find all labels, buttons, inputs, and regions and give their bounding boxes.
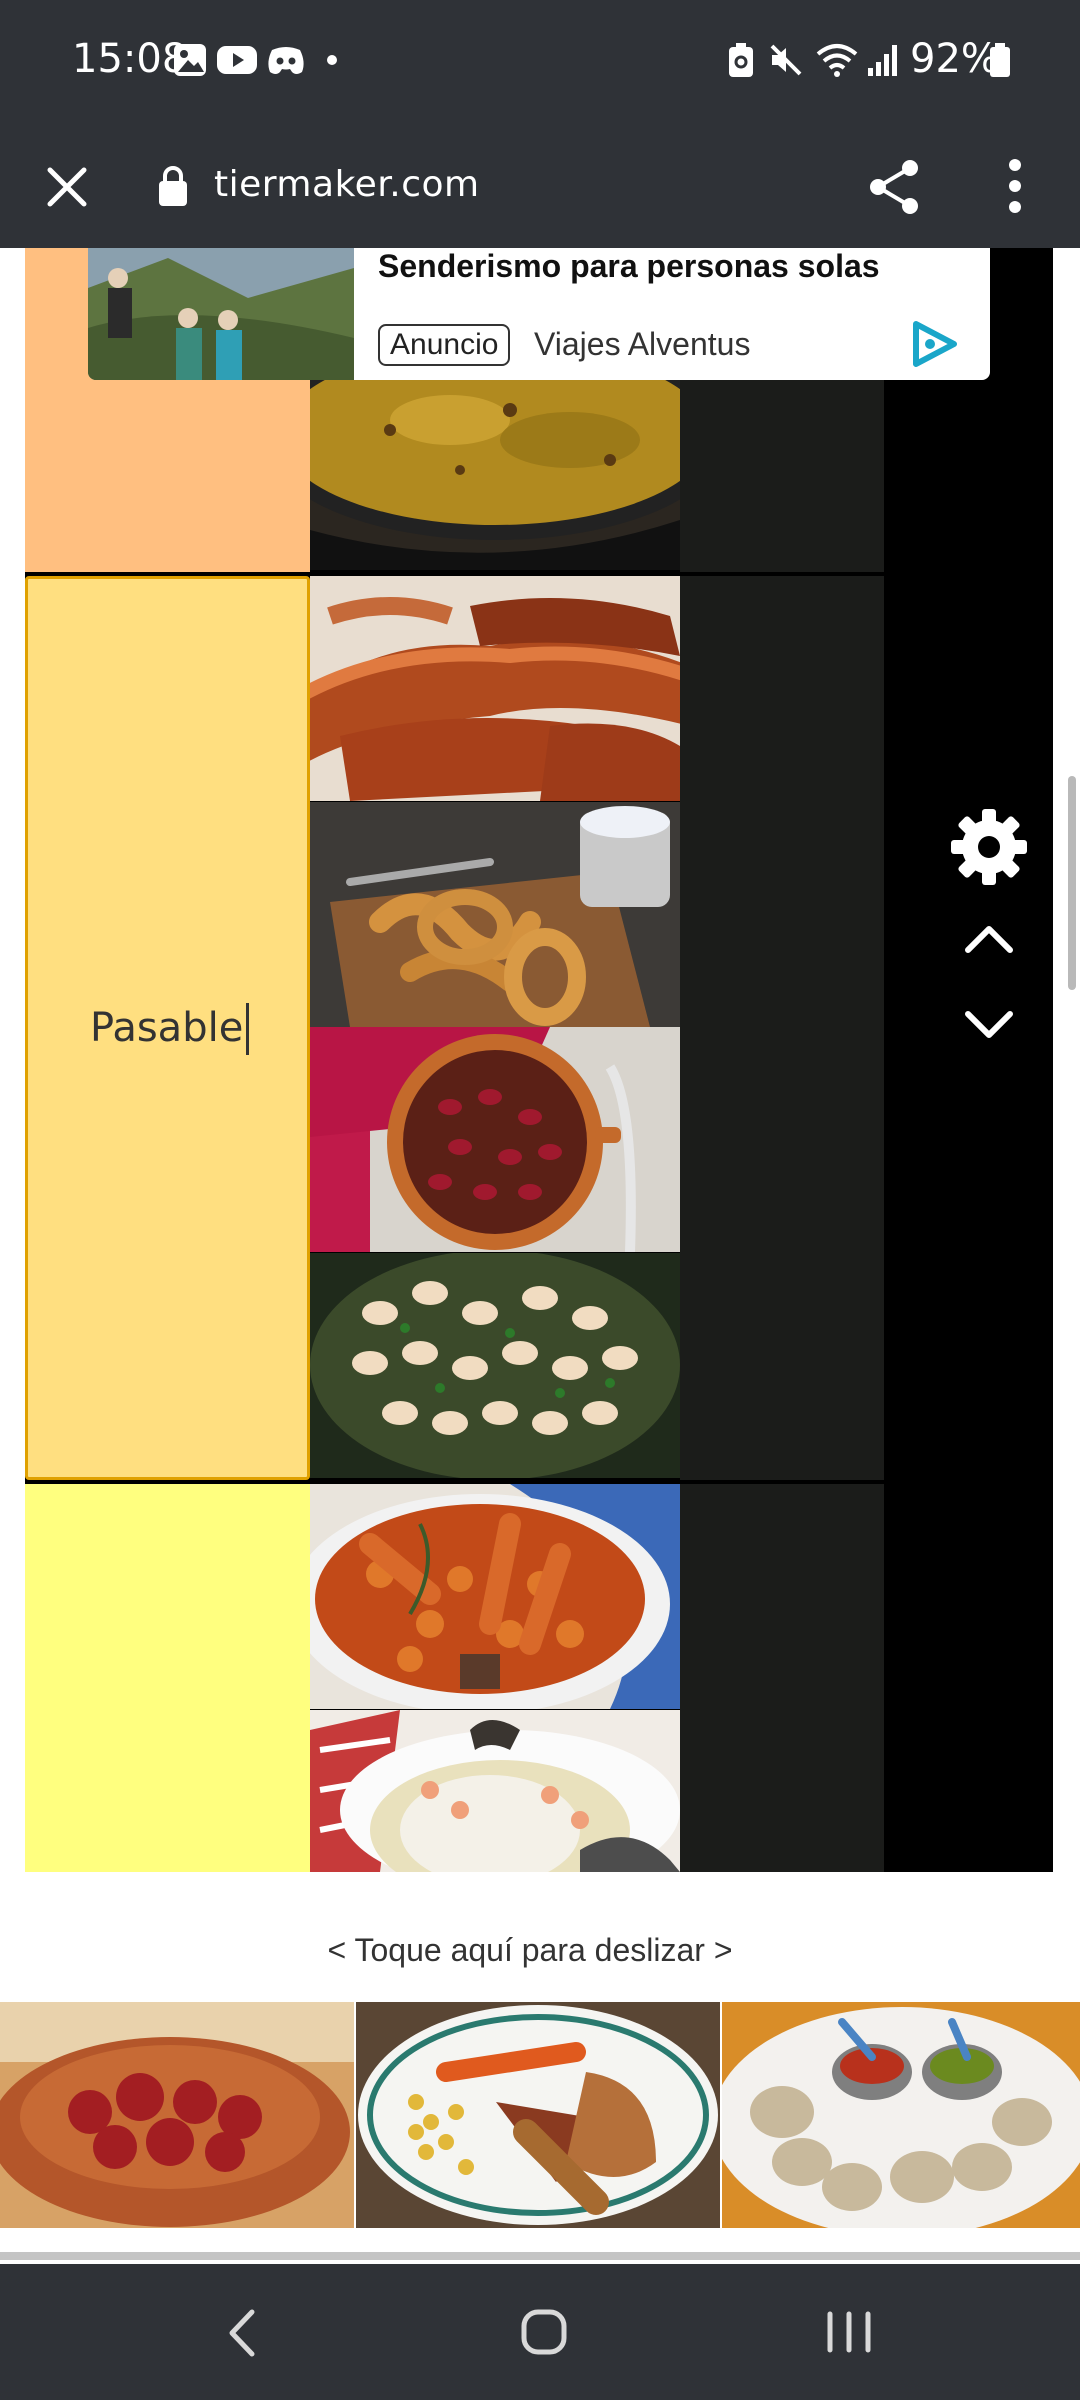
status-bar: 15:08 92% <box>0 0 1080 120</box>
beans-stew-image[interactable] <box>310 1027 680 1252</box>
battery-percent: 92% <box>910 36 999 82</box>
tier-row <box>25 1484 1053 1872</box>
dot-icon <box>327 55 337 65</box>
home-icon[interactable] <box>520 2308 568 2356</box>
tier-row: Pasable <box>25 576 1053 1480</box>
chorizo-image[interactable] <box>0 2002 354 2228</box>
tier-label-bg <box>25 1484 310 1872</box>
text-cursor <box>246 1003 249 1055</box>
battery-icon <box>990 43 1010 77</box>
browser-toolbar: tiermaker.com <box>0 120 1080 248</box>
tier-label[interactable] <box>25 1484 310 1872</box>
chickpea-stew-image[interactable] <box>310 1484 680 1709</box>
tier-label-text: Pasable <box>90 1005 244 1051</box>
fish-clams-image[interactable] <box>310 1710 680 1872</box>
cocido-image[interactable] <box>356 2002 720 2228</box>
signal-icon <box>868 45 897 76</box>
url-bar[interactable]: tiermaker.com <box>214 164 480 205</box>
paella-image[interactable] <box>310 380 680 570</box>
share-icon[interactable] <box>866 158 922 216</box>
tier-list: Pasable <box>25 248 1053 1872</box>
scrollbar[interactable] <box>1068 776 1076 990</box>
garlic-shrimp-image[interactable] <box>310 1253 680 1478</box>
torreznos-image[interactable] <box>310 576 680 801</box>
lock-icon <box>159 166 187 206</box>
back-icon[interactable] <box>226 2308 258 2358</box>
item-carousel[interactable] <box>0 2002 1080 2228</box>
more-vert-icon[interactable] <box>1004 158 1026 214</box>
chevron-up-icon[interactable] <box>964 924 1014 954</box>
tier-empty-zone <box>680 576 884 1480</box>
wifi-icon <box>816 44 858 77</box>
system-nav-bar <box>0 2264 1080 2400</box>
tier-label-editing[interactable]: Pasable <box>25 576 310 1480</box>
ad-hiking-image <box>88 248 354 380</box>
status-time: 15:08 <box>72 36 188 82</box>
mute-icon <box>770 44 802 76</box>
ad-advertiser[interactable]: Viajes Alventus <box>534 326 750 363</box>
carousel-scrollbar[interactable] <box>0 2252 1080 2260</box>
youtube-icon <box>217 46 257 74</box>
tier-items <box>310 1484 680 1872</box>
discord-icon <box>268 47 304 74</box>
gear-icon[interactable] <box>950 808 1028 886</box>
ad-title[interactable]: Senderismo para personas solas <box>378 248 880 285</box>
papas-arrugadas-image[interactable] <box>722 2002 1080 2228</box>
tier-empty-zone <box>680 1484 884 1872</box>
close-icon[interactable] <box>44 164 90 210</box>
tier-controls <box>884 576 1053 1480</box>
ad-banner[interactable]: Senderismo para personas solas Anuncio V… <box>88 248 990 380</box>
ad-badge: Anuncio <box>378 324 511 366</box>
recents-icon[interactable] <box>824 2310 874 2354</box>
swipe-hint[interactable]: < Toque aquí para deslizar > <box>0 1932 1060 1969</box>
chevron-down-icon[interactable] <box>964 1010 1014 1040</box>
gallery-icon <box>174 44 206 76</box>
adchoices-icon[interactable] <box>910 320 960 368</box>
tier-items <box>310 576 680 1480</box>
churros-image[interactable] <box>310 802 680 1027</box>
tier-controls <box>884 1484 1053 1872</box>
battery-saver-icon <box>729 43 753 77</box>
